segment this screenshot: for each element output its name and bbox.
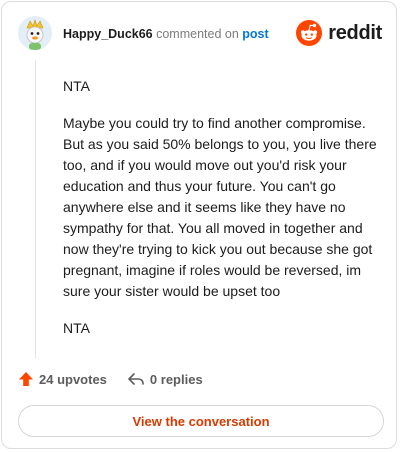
comment-header: Happy_Duck66 commented on post — [63, 27, 269, 41]
view-conversation-button[interactable]: View the conversation — [18, 405, 384, 437]
reply-count: 0 replies — [149, 371, 203, 387]
thread-line — [35, 60, 36, 358]
reply-button[interactable]: 0 replies — [127, 371, 203, 387]
comment-paragraph: Maybe you could try to find another comp… — [63, 115, 377, 299]
reddit-alien-icon — [296, 20, 323, 46]
reply-arrow-icon — [128, 373, 144, 385]
user-avatar[interactable] — [18, 16, 52, 50]
action-text: commented on — [156, 27, 239, 41]
duck-avatar-icon — [18, 16, 52, 50]
comment-paragraph: NTA — [63, 78, 90, 94]
comment-paragraph: NTA — [63, 320, 90, 336]
comment-body: NTA Maybe you could try to find another … — [63, 76, 381, 355]
upvote-arrow-icon — [19, 372, 33, 386]
comment-card: Happy_Duck66 commented on post reddit NT… — [1, 1, 397, 449]
upvote-button[interactable]: 24 upvotes — [18, 371, 107, 387]
post-link[interactable]: post — [242, 27, 268, 41]
upvote-count: 24 upvotes — [39, 371, 107, 387]
reddit-logo[interactable]: reddit — [296, 20, 382, 46]
comment-actions: 24 upvotes 0 replies — [18, 371, 223, 387]
reddit-wordmark: reddit — [328, 21, 382, 44]
username-link[interactable]: Happy_Duck66 — [63, 27, 153, 41]
